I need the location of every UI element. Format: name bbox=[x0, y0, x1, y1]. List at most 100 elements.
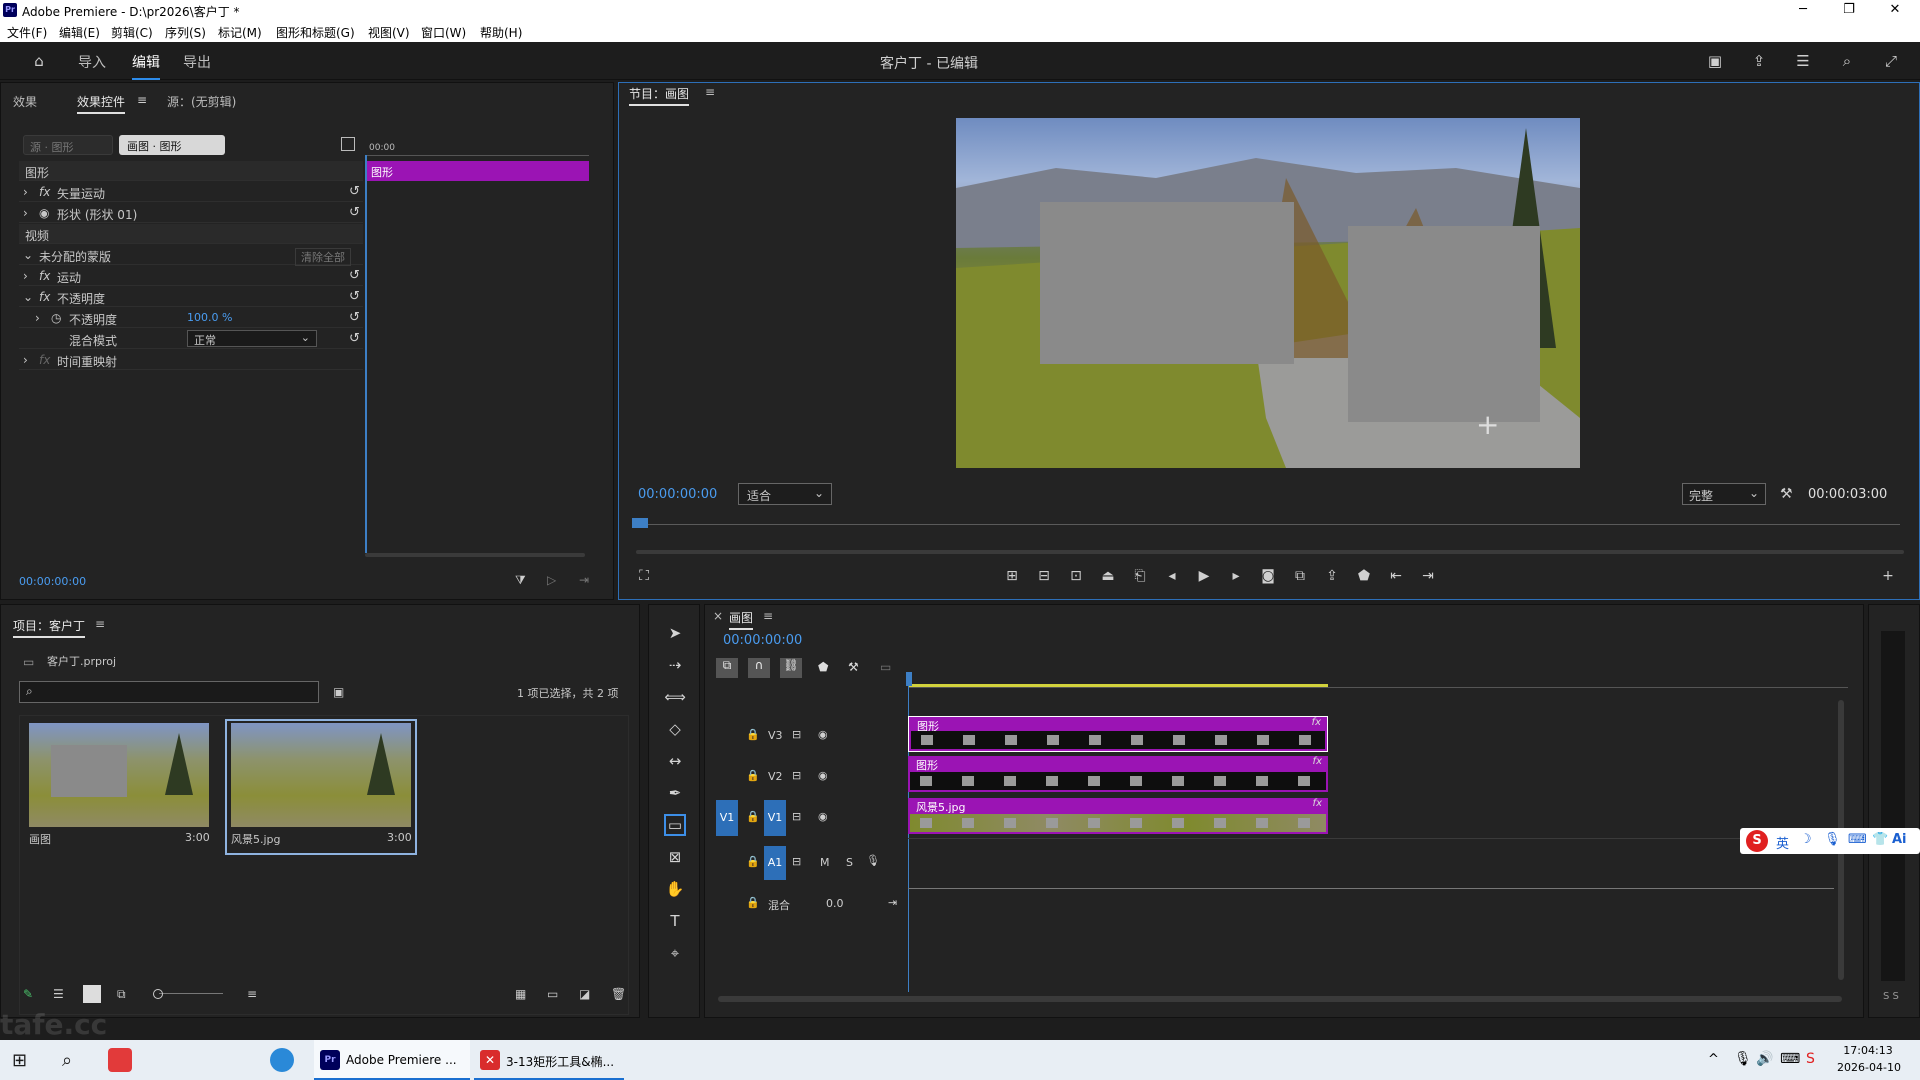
minimize-button[interactable]: ─ bbox=[1780, 2, 1826, 20]
tab-project[interactable]: 项目：客户丁 bbox=[13, 617, 86, 638]
play-clip-icon[interactable]: ▷ bbox=[547, 573, 556, 587]
program-playhead[interactable] bbox=[632, 518, 648, 528]
thumbnail-huatu[interactable] bbox=[29, 723, 209, 827]
transform-tool-icon[interactable]: ⌖ bbox=[664, 942, 686, 964]
eye-icon[interactable]: ◉ bbox=[818, 810, 828, 823]
linked-selection-icon[interactable]: ⛓ bbox=[780, 658, 802, 678]
slip-tool-icon[interactable]: ↔ bbox=[664, 750, 686, 772]
tray-volume-icon[interactable]: 🔊 bbox=[1756, 1051, 1773, 1067]
selection-tool-icon[interactable]: ➤ bbox=[664, 622, 686, 644]
menu-graphics[interactable]: 图形和标题(G) bbox=[276, 24, 355, 41]
menu-edit[interactable]: 编辑(E) bbox=[59, 24, 100, 41]
expand-chevron-icon[interactable]: › bbox=[23, 185, 28, 199]
export-frame-icon[interactable]: ⇥ bbox=[579, 573, 589, 587]
share-icon[interactable]: ⇪ bbox=[1750, 52, 1768, 70]
taskbar-app-wps[interactable]: ✕ 3-13矩形工具&椭... bbox=[474, 1040, 624, 1080]
ripple-edit-icon[interactable]: ⟺ bbox=[664, 686, 686, 708]
filter-icon[interactable]: ⧩ bbox=[515, 573, 526, 588]
reset-icon[interactable]: ↺ bbox=[349, 184, 365, 200]
hand-tool-icon[interactable]: ✋ bbox=[664, 878, 686, 900]
extract-icon[interactable]: ⎗ bbox=[1130, 566, 1150, 586]
gray-rectangle-shape[interactable] bbox=[1348, 226, 1540, 422]
search-icon[interactable]: ⌕ bbox=[62, 1050, 72, 1071]
tab-effects[interactable]: 效果 bbox=[13, 93, 37, 110]
ec-timecode[interactable]: 00:00:00:00 bbox=[19, 575, 86, 588]
overwrite-icon[interactable]: ⊟ bbox=[1034, 566, 1054, 586]
mark-clip-icon[interactable]: ⊡ bbox=[1066, 566, 1086, 586]
row-blend-mode[interactable]: 混合模式 正常 ⌄ ↺ bbox=[19, 329, 363, 349]
project-search-input[interactable]: ⌕ bbox=[19, 681, 319, 703]
work-area-bar[interactable] bbox=[908, 684, 1328, 687]
ime-keyboard-icon[interactable]: ⌨ bbox=[1848, 832, 1867, 847]
program-time-ruler[interactable] bbox=[632, 524, 1900, 525]
reset-icon[interactable]: ↺ bbox=[349, 205, 365, 221]
go-to-end-icon[interactable]: ⇥ bbox=[888, 896, 897, 909]
sort-icon[interactable]: ≡ bbox=[247, 987, 257, 1001]
ime-ai-label[interactable]: Ai bbox=[1892, 832, 1907, 847]
windows-start-icon[interactable]: ⊞ bbox=[12, 1050, 27, 1071]
timeline-clip-v3[interactable]: 图形 fx bbox=[908, 716, 1328, 752]
quality-select[interactable]: 完整 ⌄ bbox=[1682, 483, 1766, 505]
panel-layout-icon[interactable]: ▣ bbox=[1706, 52, 1724, 70]
expand-chevron-icon[interactable]: › bbox=[35, 311, 40, 325]
tab-source[interactable]: 源：(无剪辑) bbox=[167, 93, 236, 110]
timeline-clip-v1[interactable]: 风景5.jpg fx bbox=[908, 798, 1328, 834]
tab-edit[interactable]: 编辑 bbox=[132, 52, 160, 80]
stopwatch-icon[interactable]: ◷ bbox=[51, 311, 61, 325]
thumbnail-landscape[interactable] bbox=[231, 723, 411, 827]
panel-menu-icon[interactable]: ≡ bbox=[95, 617, 105, 631]
expand-chevron-icon[interactable]: › bbox=[23, 206, 28, 220]
ime-language[interactable]: 英 bbox=[1776, 833, 1789, 852]
workspaces-menu-icon[interactable]: ☰ bbox=[1794, 52, 1812, 70]
razor-icon[interactable]: ◇ bbox=[664, 718, 686, 740]
marker-icon[interactable]: ⬟ bbox=[1354, 566, 1374, 586]
go-to-in-icon[interactable]: ⇤ bbox=[1386, 566, 1406, 586]
clear-all-button[interactable]: 清除全部 bbox=[295, 248, 351, 266]
add-button-icon[interactable]: + bbox=[1878, 566, 1898, 586]
close-sequence-icon[interactable]: × bbox=[713, 609, 723, 623]
lift-icon[interactable]: ⏏ bbox=[1098, 566, 1118, 586]
menu-file[interactable]: 文件(F) bbox=[7, 24, 47, 41]
eye-icon[interactable]: ◉ bbox=[39, 206, 49, 220]
row-mask[interactable]: ⌄ 未分配的蒙版 清除全部 bbox=[19, 245, 363, 266]
home-icon[interactable]: ⌂ bbox=[30, 52, 48, 70]
menu-help[interactable]: 帮助(H) bbox=[480, 24, 522, 41]
row-shape[interactable]: › ◉ 形状 (形状 01) ↺ bbox=[19, 203, 363, 223]
menu-window[interactable]: 窗口(W) bbox=[421, 24, 466, 41]
reset-icon[interactable]: ↺ bbox=[349, 310, 365, 326]
panel-menu-icon[interactable]: ≡ bbox=[763, 609, 773, 623]
mix-value[interactable]: 0.0 bbox=[826, 897, 844, 910]
row-vector-motion[interactable]: › fx 矢量运动 ↺ bbox=[19, 182, 363, 202]
timeline-settings-icon[interactable]: ⚒ bbox=[848, 660, 859, 674]
sync-lock-icon[interactable]: ⊟ bbox=[792, 855, 801, 868]
frame-tool-icon[interactable]: ⊠ bbox=[664, 846, 686, 868]
menu-view[interactable]: 视图(V) bbox=[368, 24, 410, 41]
tray-ime-icon[interactable]: ⌨ bbox=[1780, 1051, 1800, 1067]
track-label-a1[interactable]: A1 bbox=[764, 846, 786, 880]
step-forward-icon[interactable]: ▸ bbox=[1226, 566, 1246, 586]
solo-button[interactable]: S bbox=[846, 856, 853, 869]
toggle-timeline-icon[interactable] bbox=[341, 137, 355, 151]
play-icon[interactable]: ▶ bbox=[1194, 566, 1214, 586]
camera-icon[interactable]: ◙ bbox=[1258, 566, 1278, 586]
tab-effect-controls[interactable]: 效果控件 bbox=[77, 93, 126, 114]
timeline-playhead-head[interactable] bbox=[906, 672, 912, 686]
ime-moon-icon[interactable]: ☽ bbox=[1800, 832, 1812, 847]
lock-icon[interactable]: 🔒 bbox=[746, 896, 760, 909]
panel-menu-icon[interactable]: ≡ bbox=[137, 93, 147, 107]
track-label-v1[interactable]: V1 bbox=[764, 800, 786, 836]
tab-import[interactable]: 导入 bbox=[78, 52, 106, 72]
automate-icon[interactable]: ▦ bbox=[515, 987, 526, 1001]
sync-lock-icon[interactable]: ⊟ bbox=[792, 769, 801, 782]
menu-sequence[interactable]: 序列(S) bbox=[165, 24, 206, 41]
lock-icon[interactable]: 🔒 bbox=[746, 810, 760, 823]
add-marker-icon[interactable]: ⬟ bbox=[818, 660, 828, 674]
ec-playhead[interactable] bbox=[365, 155, 367, 553]
timeline-horizontal-scrollbar[interactable] bbox=[718, 996, 1842, 1002]
timeline-timecode[interactable]: 00:00:00:00 bbox=[723, 633, 802, 648]
reset-icon[interactable]: ↺ bbox=[349, 268, 365, 284]
sync-lock-icon[interactable]: ⊟ bbox=[792, 810, 801, 823]
zoom-slider-handle[interactable] bbox=[153, 989, 163, 999]
ime-shirt-icon[interactable]: 👕 bbox=[1872, 832, 1888, 847]
opacity-value[interactable]: 100.0 % bbox=[187, 311, 232, 324]
